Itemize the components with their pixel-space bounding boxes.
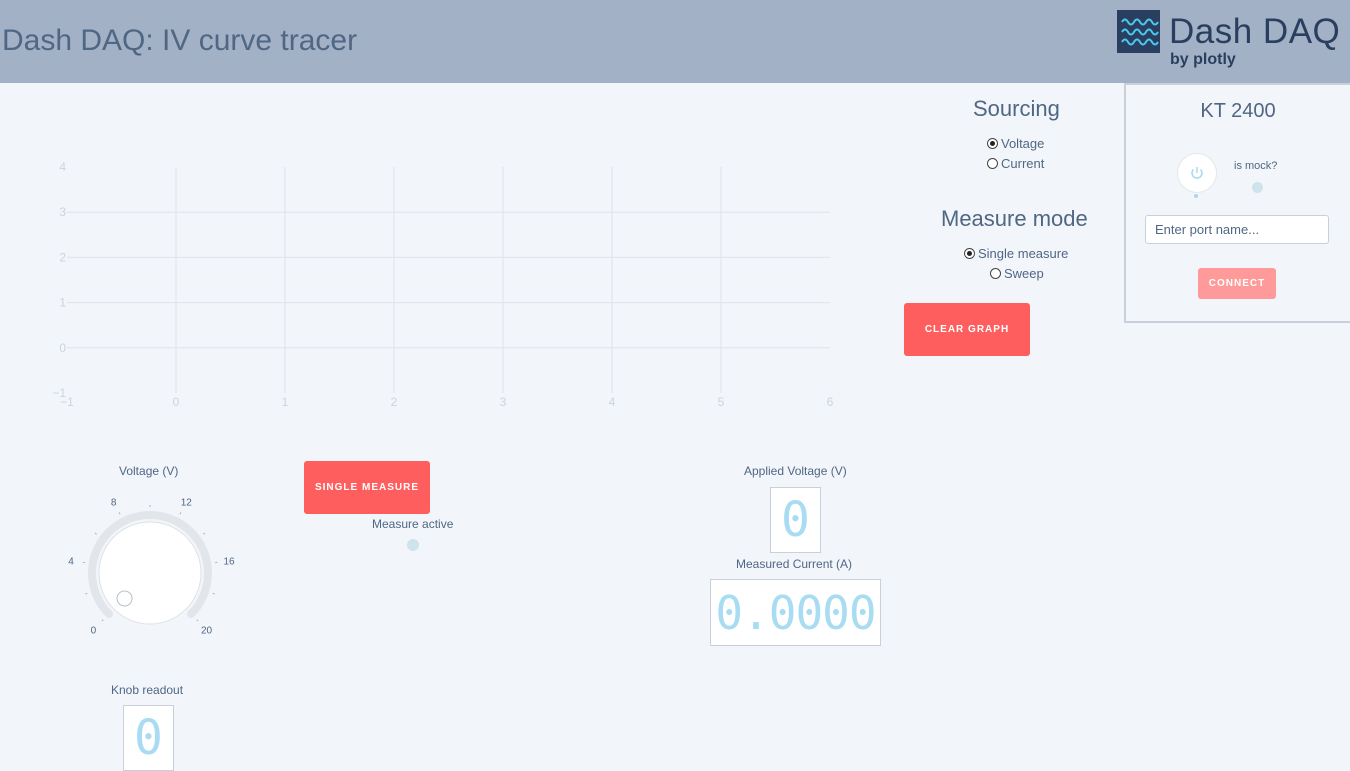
y-tick-label: 4 <box>59 160 66 174</box>
iv-graph[interactable]: −1012345643210−1 <box>0 150 860 420</box>
instrument-title: KT 2400 <box>1126 100 1350 123</box>
header-banner: Dash DAQ: IV curve tracer Dash DAQ by pl… <box>0 0 1350 83</box>
radio-single-measure[interactable]: Single measure <box>964 246 1068 261</box>
radio-sweep-dot[interactable] <box>990 268 1001 279</box>
connect-button[interactable]: CONNECT <box>1198 268 1276 299</box>
voltage-knob[interactable]: 0 4 8 12 16 20 <box>55 495 245 655</box>
radio-sweep-label: Sweep <box>1004 266 1044 281</box>
knob-scale-label: 0 <box>91 626 97 637</box>
x-tick-label: 1 <box>282 395 289 409</box>
logo-name: Dash DAQ <box>1169 12 1340 52</box>
dash-daq-logo: Dash DAQ by plotly <box>1117 10 1342 72</box>
is-mock-label: is mock? <box>1234 160 1277 172</box>
knob-tick <box>197 620 198 621</box>
measure-active-indicator <box>407 539 419 551</box>
knob-tick <box>102 620 103 621</box>
x-tick-label: 0 <box>173 395 180 409</box>
instrument-panel: KT 2400 is mock? CONNECT <box>1124 83 1350 323</box>
knob-scale-label: 8 <box>111 498 117 509</box>
sourcing-title: Sourcing <box>973 96 1060 122</box>
measured-current-label: Measured Current (A) <box>736 557 852 571</box>
power-indicator-led <box>1194 194 1198 198</box>
waveform-icon <box>1117 10 1160 53</box>
page-title: Dash DAQ: IV curve tracer <box>2 24 357 58</box>
y-tick-label: 0 <box>59 341 66 355</box>
radio-voltage-label: Voltage <box>1001 136 1044 151</box>
knob-tick <box>213 593 215 594</box>
knob-readout-display: 0 <box>123 705 174 771</box>
knob-value-marker[interactable] <box>117 591 132 606</box>
knob-tick <box>203 533 205 534</box>
applied-voltage-label: Applied Voltage (V) <box>744 464 847 478</box>
radio-sweep[interactable]: Sweep <box>990 266 1044 281</box>
measure-active-label: Measure active <box>372 517 453 531</box>
radio-current[interactable]: Current <box>987 156 1044 171</box>
power-button[interactable] <box>1177 153 1217 193</box>
y-tick-label: 1 <box>59 296 66 310</box>
x-tick-label: 2 <box>391 395 398 409</box>
radio-single-dot[interactable] <box>964 248 975 259</box>
radio-current-label: Current <box>1001 156 1044 171</box>
port-name-input[interactable] <box>1145 215 1329 244</box>
knob-dial[interactable] <box>99 522 201 624</box>
radio-voltage-dot[interactable] <box>987 138 998 149</box>
clear-graph-button[interactable]: CLEAR GRAPH <box>904 303 1030 356</box>
applied-voltage-display: 0 <box>770 487 821 553</box>
knob-tick <box>95 533 97 534</box>
knob-tick <box>85 593 87 594</box>
x-tick-label: 3 <box>500 395 507 409</box>
x-tick-label: 6 <box>827 395 834 409</box>
measured-current-display: 0.0000 <box>710 579 881 646</box>
x-tick-label: 5 <box>718 395 725 409</box>
power-icon <box>1189 165 1205 181</box>
knob-scale-label: 16 <box>223 556 235 567</box>
y-tick-label: −1 <box>52 386 66 400</box>
knob-scale-label: 4 <box>68 556 74 567</box>
radio-single-label: Single measure <box>978 246 1068 261</box>
y-tick-label: 2 <box>59 250 66 264</box>
x-tick-label: 4 <box>609 395 616 409</box>
radio-voltage[interactable]: Voltage <box>987 136 1044 151</box>
knob-tick <box>180 512 181 514</box>
single-measure-button[interactable]: SINGLE MEASURE <box>304 461 430 514</box>
logo-byline: by plotly <box>1170 51 1236 69</box>
knob-scale-label: 20 <box>201 626 213 637</box>
is-mock-indicator <box>1252 182 1263 193</box>
knob-scale-label: 12 <box>181 498 193 509</box>
radio-current-dot[interactable] <box>987 158 998 169</box>
y-tick-label: 3 <box>59 205 66 219</box>
knob-tick <box>119 512 120 514</box>
measure-mode-title: Measure mode <box>941 206 1088 232</box>
knob-readout-label: Knob readout <box>111 683 183 697</box>
knob-label: Voltage (V) <box>119 464 178 478</box>
